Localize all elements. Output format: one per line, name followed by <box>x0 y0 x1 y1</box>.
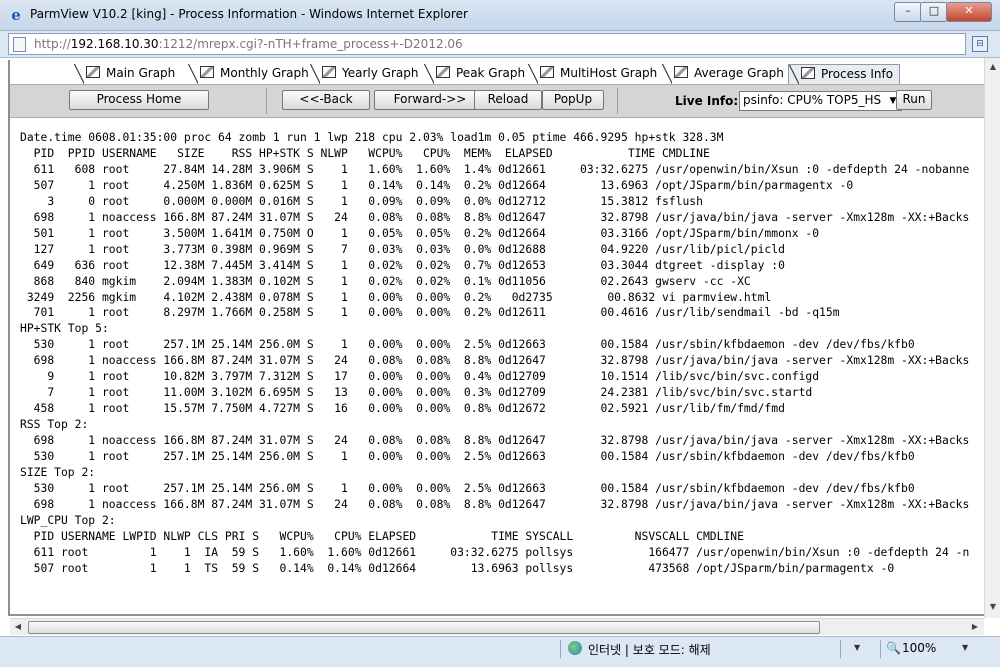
horizontal-scrollbar[interactable]: ◀ ▶ <box>10 618 984 635</box>
graph-tab-icon <box>322 66 336 78</box>
report-line: 9 1 root 10.82M 3.797M 7.312M S 17 0.00%… <box>20 369 820 384</box>
tab-strip: Main Graph Monthly Graph Yearly Graph Pe… <box>10 60 990 85</box>
maximize-button[interactable]: □ <box>920 2 948 22</box>
tab-label: Average Graph <box>694 66 784 80</box>
live-info-select[interactable]: psinfo: CPU% TOP5_HS ▼ <box>739 91 902 111</box>
report-line: 611 root 1 1 IA 59 S 1.60% 1.60% 0d12661… <box>20 544 970 559</box>
report-line: RSS Top 2: <box>20 417 89 432</box>
report-line: 698 1 noaccess 166.8M 87.24M 31.07M S 24… <box>20 209 970 224</box>
tab-label: Peak Graph <box>456 66 526 80</box>
ie-logo-icon: e <box>11 6 21 24</box>
chevron-down-icon[interactable]: ▼ <box>854 643 860 652</box>
live-info-value: psinfo: CPU% TOP5_HS <box>743 93 882 107</box>
address-field[interactable]: http://192.168.10.30:1212/mrepx.cgi?-nTH… <box>8 33 966 55</box>
graph-tab-icon <box>540 66 554 78</box>
compatibility-view-icon[interactable]: ⊟ <box>972 36 988 52</box>
report-line: PID PPID USERNAME SIZE RSS HP+STK S NLWP… <box>20 145 710 160</box>
tab-peak-graph[interactable]: Peak Graph <box>424 64 525 84</box>
graph-tab-icon <box>436 66 450 78</box>
reload-button[interactable]: Reload <box>474 90 542 110</box>
report-line: Date.time 0608.01:35:00 proc 64 zomb 1 r… <box>20 130 724 144</box>
url-prefix: http:// <box>34 37 71 51</box>
zoom-dropdown-icon[interactable]: ▼ <box>962 643 968 652</box>
tab-label: Main Graph <box>106 66 176 80</box>
report-line: PID USERNAME LWPID NLWP CLS PRI S WCPU% … <box>20 528 744 543</box>
report-line: 701 1 root 8.297M 1.766M 0.258M S 1 0.00… <box>20 305 840 320</box>
tab-process-info[interactable]: Process Info <box>788 64 901 85</box>
graph-tab-icon <box>86 66 100 78</box>
scroll-up-icon[interactable]: ▲ <box>988 62 998 72</box>
report-line: 530 1 root 257.1M 25.14M 256.0M S 1 0.00… <box>20 337 915 352</box>
process-report: Date.time 0608.01:35:00 proc 64 zomb 1 r… <box>20 130 969 577</box>
report-line: HP+STK Top 5: <box>20 321 109 336</box>
run-button[interactable]: Run <box>896 90 932 110</box>
close-button[interactable]: ✕ <box>946 2 992 22</box>
tab-main-graph[interactable]: Main Graph <box>74 64 175 84</box>
scroll-right-icon[interactable]: ▶ <box>970 622 980 632</box>
tab-multihost-graph[interactable]: MultiHost Graph <box>528 64 657 84</box>
tab-label: Monthly Graph <box>220 66 309 80</box>
minimize-button[interactable]: – <box>894 2 922 22</box>
toolbar-separator <box>617 88 618 114</box>
report-line: 458 1 root 15.57M 7.750M 4.727M S 16 0.0… <box>20 401 785 416</box>
toolbar-separator <box>266 88 267 114</box>
report-line: 501 1 root 3.500M 1.641M 0.750M O 1 0.05… <box>20 225 820 240</box>
live-info-label: Live Info: <box>675 94 739 108</box>
forward-button[interactable]: Forward->> <box>374 90 486 110</box>
report-line: 611 608 root 27.84M 14.28M 3.906M S 1 1.… <box>20 161 970 176</box>
report-line: 507 root 1 1 TS 59 S 0.14% 0.14% 0d12664… <box>20 560 895 575</box>
scroll-down-icon[interactable]: ▼ <box>988 602 998 612</box>
graph-tab-icon <box>674 66 688 78</box>
url-text[interactable]: http://192.168.10.30:1212/mrepx.cgi?-nTH… <box>34 37 463 51</box>
report-line: 127 1 root 3.773M 0.398M 0.969M S 7 0.03… <box>20 241 785 256</box>
vertical-scrollbar[interactable]: ▲ ▼ <box>984 58 1000 618</box>
status-separator <box>880 640 881 658</box>
report-line: 3249 2256 mgkim 4.102M 2.438M 0.078M S 1… <box>20 289 772 304</box>
internet-zone-icon <box>568 641 582 655</box>
report-line: 530 1 root 257.1M 25.14M 256.0M S 1 0.00… <box>20 449 915 464</box>
tab-label: MultiHost Graph <box>560 66 658 80</box>
process-toolbar: Process Home <<-Back Forward->> Reload P… <box>10 84 992 118</box>
report-line: 7 1 root 11.00M 3.102M 6.695M S 13 0.00%… <box>20 385 813 400</box>
tab-label: Process Info <box>821 67 894 81</box>
report-line: 3 0 root 0.000M 0.000M 0.016M S 1 0.09% … <box>20 193 703 208</box>
graph-tab-icon <box>200 66 214 78</box>
report-line: 698 1 noaccess 166.8M 87.24M 31.07M S 24… <box>20 433 970 448</box>
url-rest: :1212/mrepx.cgi?-nTH+frame_process+-D201… <box>158 37 463 51</box>
zoom-level[interactable]: 100% <box>902 641 936 655</box>
status-bar: 인터넷 | 보호 모드: 해제 ▼ 🔍 100% ▼ <box>0 636 1000 667</box>
process-home-button[interactable]: Process Home <box>69 90 209 110</box>
tab-monthly-graph[interactable]: Monthly Graph <box>188 64 309 84</box>
horizontal-scroll-thumb[interactable] <box>28 621 820 634</box>
report-line: 507 1 root 4.250M 1.836M 0.625M S 1 0.14… <box>20 177 854 192</box>
popup-button[interactable]: PopUp <box>542 90 604 110</box>
window-titlebar: e ParmView V10.2 [king] - Process Inform… <box>0 0 1000 31</box>
graph-tab-icon <box>801 67 815 79</box>
report-line: 530 1 root 257.1M 25.14M 256.0M S 1 0.00… <box>20 480 915 495</box>
report-line: SIZE Top 2: <box>20 465 96 480</box>
report-line: 649 636 root 12.38M 7.445M 3.414M S 1 0.… <box>20 257 785 272</box>
scroll-left-icon[interactable]: ◀ <box>13 622 23 632</box>
report-line: 868 840 mgkim 2.094M 1.383M 0.102M S 1 0… <box>20 273 751 288</box>
zoom-icon: 🔍 <box>886 641 901 655</box>
report-line: LWP_CPU Top 2: <box>20 512 116 527</box>
tab-yearly-graph[interactable]: Yearly Graph <box>310 64 418 84</box>
window-title: ParmView V10.2 [king] - Process Informat… <box>30 7 468 21</box>
security-zone-text[interactable]: 인터넷 | 보호 모드: 해제 <box>588 641 711 658</box>
report-line: 698 1 noaccess 166.8M 87.24M 31.07M S 24… <box>20 353 970 368</box>
page-icon <box>13 37 26 52</box>
report-line: 698 1 noaccess 166.8M 87.24M 31.07M S 24… <box>20 496 970 511</box>
url-host: 192.168.10.30 <box>70 37 159 51</box>
tab-average-graph[interactable]: Average Graph <box>662 64 784 84</box>
back-button[interactable]: <<-Back <box>282 90 370 110</box>
tab-label: Yearly Graph <box>342 66 419 80</box>
status-separator <box>560 640 561 658</box>
address-bar: http://192.168.10.30:1212/mrepx.cgi?-nTH… <box>0 31 1000 58</box>
status-separator <box>840 640 841 658</box>
